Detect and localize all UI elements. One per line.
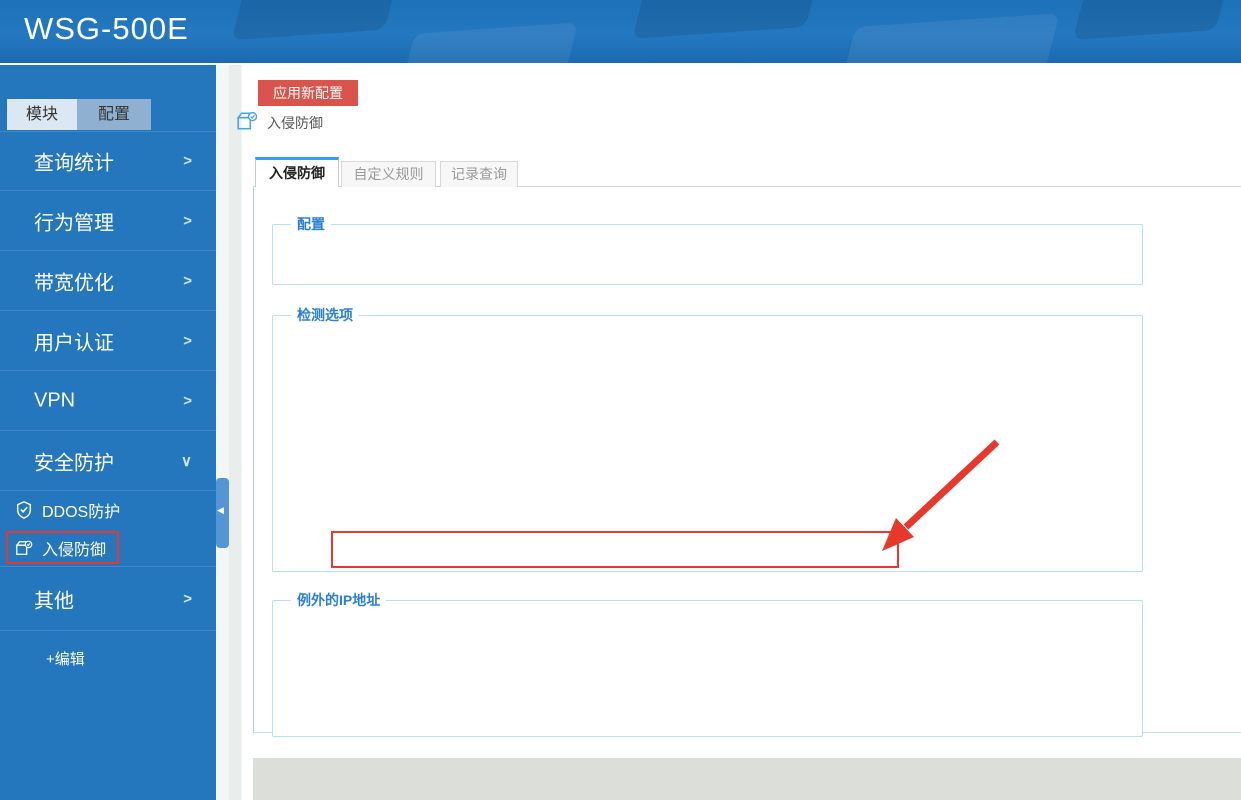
sidebar-gutter	[216, 65, 242, 800]
sidebar-item-query-stats[interactable]: 查询统计 >	[0, 131, 216, 191]
tab-log-query[interactable]: 记录查询	[440, 161, 518, 187]
chevron-right-icon: >	[183, 392, 192, 409]
mode-tab-config[interactable]: 配置	[77, 99, 151, 130]
keyboard-decoration	[402, 22, 578, 63]
chevron-right-icon: >	[183, 212, 192, 229]
collapse-left-icon: ◀	[217, 505, 224, 515]
tab-custom-rules[interactable]: 自定义规则	[341, 161, 436, 187]
sidebar-item-security[interactable]: 安全防护 ∨	[0, 431, 216, 491]
chevron-right-icon: >	[183, 590, 192, 607]
chevron-right-icon: >	[183, 272, 192, 289]
chevron-right-icon: >	[183, 332, 192, 349]
exception-section: 例外的IP地址	[272, 590, 1143, 737]
footer-bar	[253, 758, 1241, 800]
mode-tab-modules[interactable]: 模块	[7, 99, 77, 130]
keyboard-decoration	[632, 0, 818, 39]
exception-legend: 例外的IP地址	[297, 592, 381, 608]
sidebar-item-user-auth[interactable]: 用户认证 >	[0, 311, 216, 371]
chevron-down-icon: ∨	[181, 452, 192, 470]
tab-intrusion-defense[interactable]: 入侵防御	[255, 157, 339, 187]
detect-legend: 检测选项	[297, 307, 353, 323]
config-section: 配置	[272, 214, 1143, 285]
keyboard-decoration	[840, 13, 1060, 63]
sidebar-item-vpn[interactable]: VPN >	[0, 371, 216, 431]
detect-section: 检测选项	[272, 305, 1143, 572]
sidebar-edit-link[interactable]: +编辑	[46, 648, 85, 669]
shield-check-icon	[16, 501, 32, 519]
config-legend: 配置	[297, 216, 325, 232]
app-header: WSG-500E	[0, 0, 1241, 63]
sidebar-item-behavior[interactable]: 行为管理 >	[0, 191, 216, 251]
sidebar-collapse-handle[interactable]: ◀	[216, 478, 229, 548]
breadcrumb: 入侵防御	[267, 115, 323, 131]
package-check-icon	[15, 540, 33, 555]
chevron-right-icon: >	[183, 152, 192, 170]
keyboard-decoration	[1072, 0, 1228, 40]
apply-config-button[interactable]: 应用新配置	[258, 80, 358, 106]
keyboard-decoration	[231, 0, 399, 41]
sidebar-item-ddos[interactable]: DDOS防护	[0, 491, 216, 529]
sidebar-item-intrusion[interactable]: 入侵防御	[0, 529, 216, 566]
sidebar-item-other[interactable]: 其他 >	[0, 566, 216, 631]
sidebar-item-bandwidth[interactable]: 带宽优化 >	[0, 251, 216, 311]
sidebar: 模块 配置 查询统计 > 行为管理 > 带宽优化 > 用户认证 > VPN > …	[0, 65, 216, 800]
breadcrumb-package-check-icon	[236, 111, 258, 130]
product-logo: WSG-500E	[24, 11, 189, 46]
